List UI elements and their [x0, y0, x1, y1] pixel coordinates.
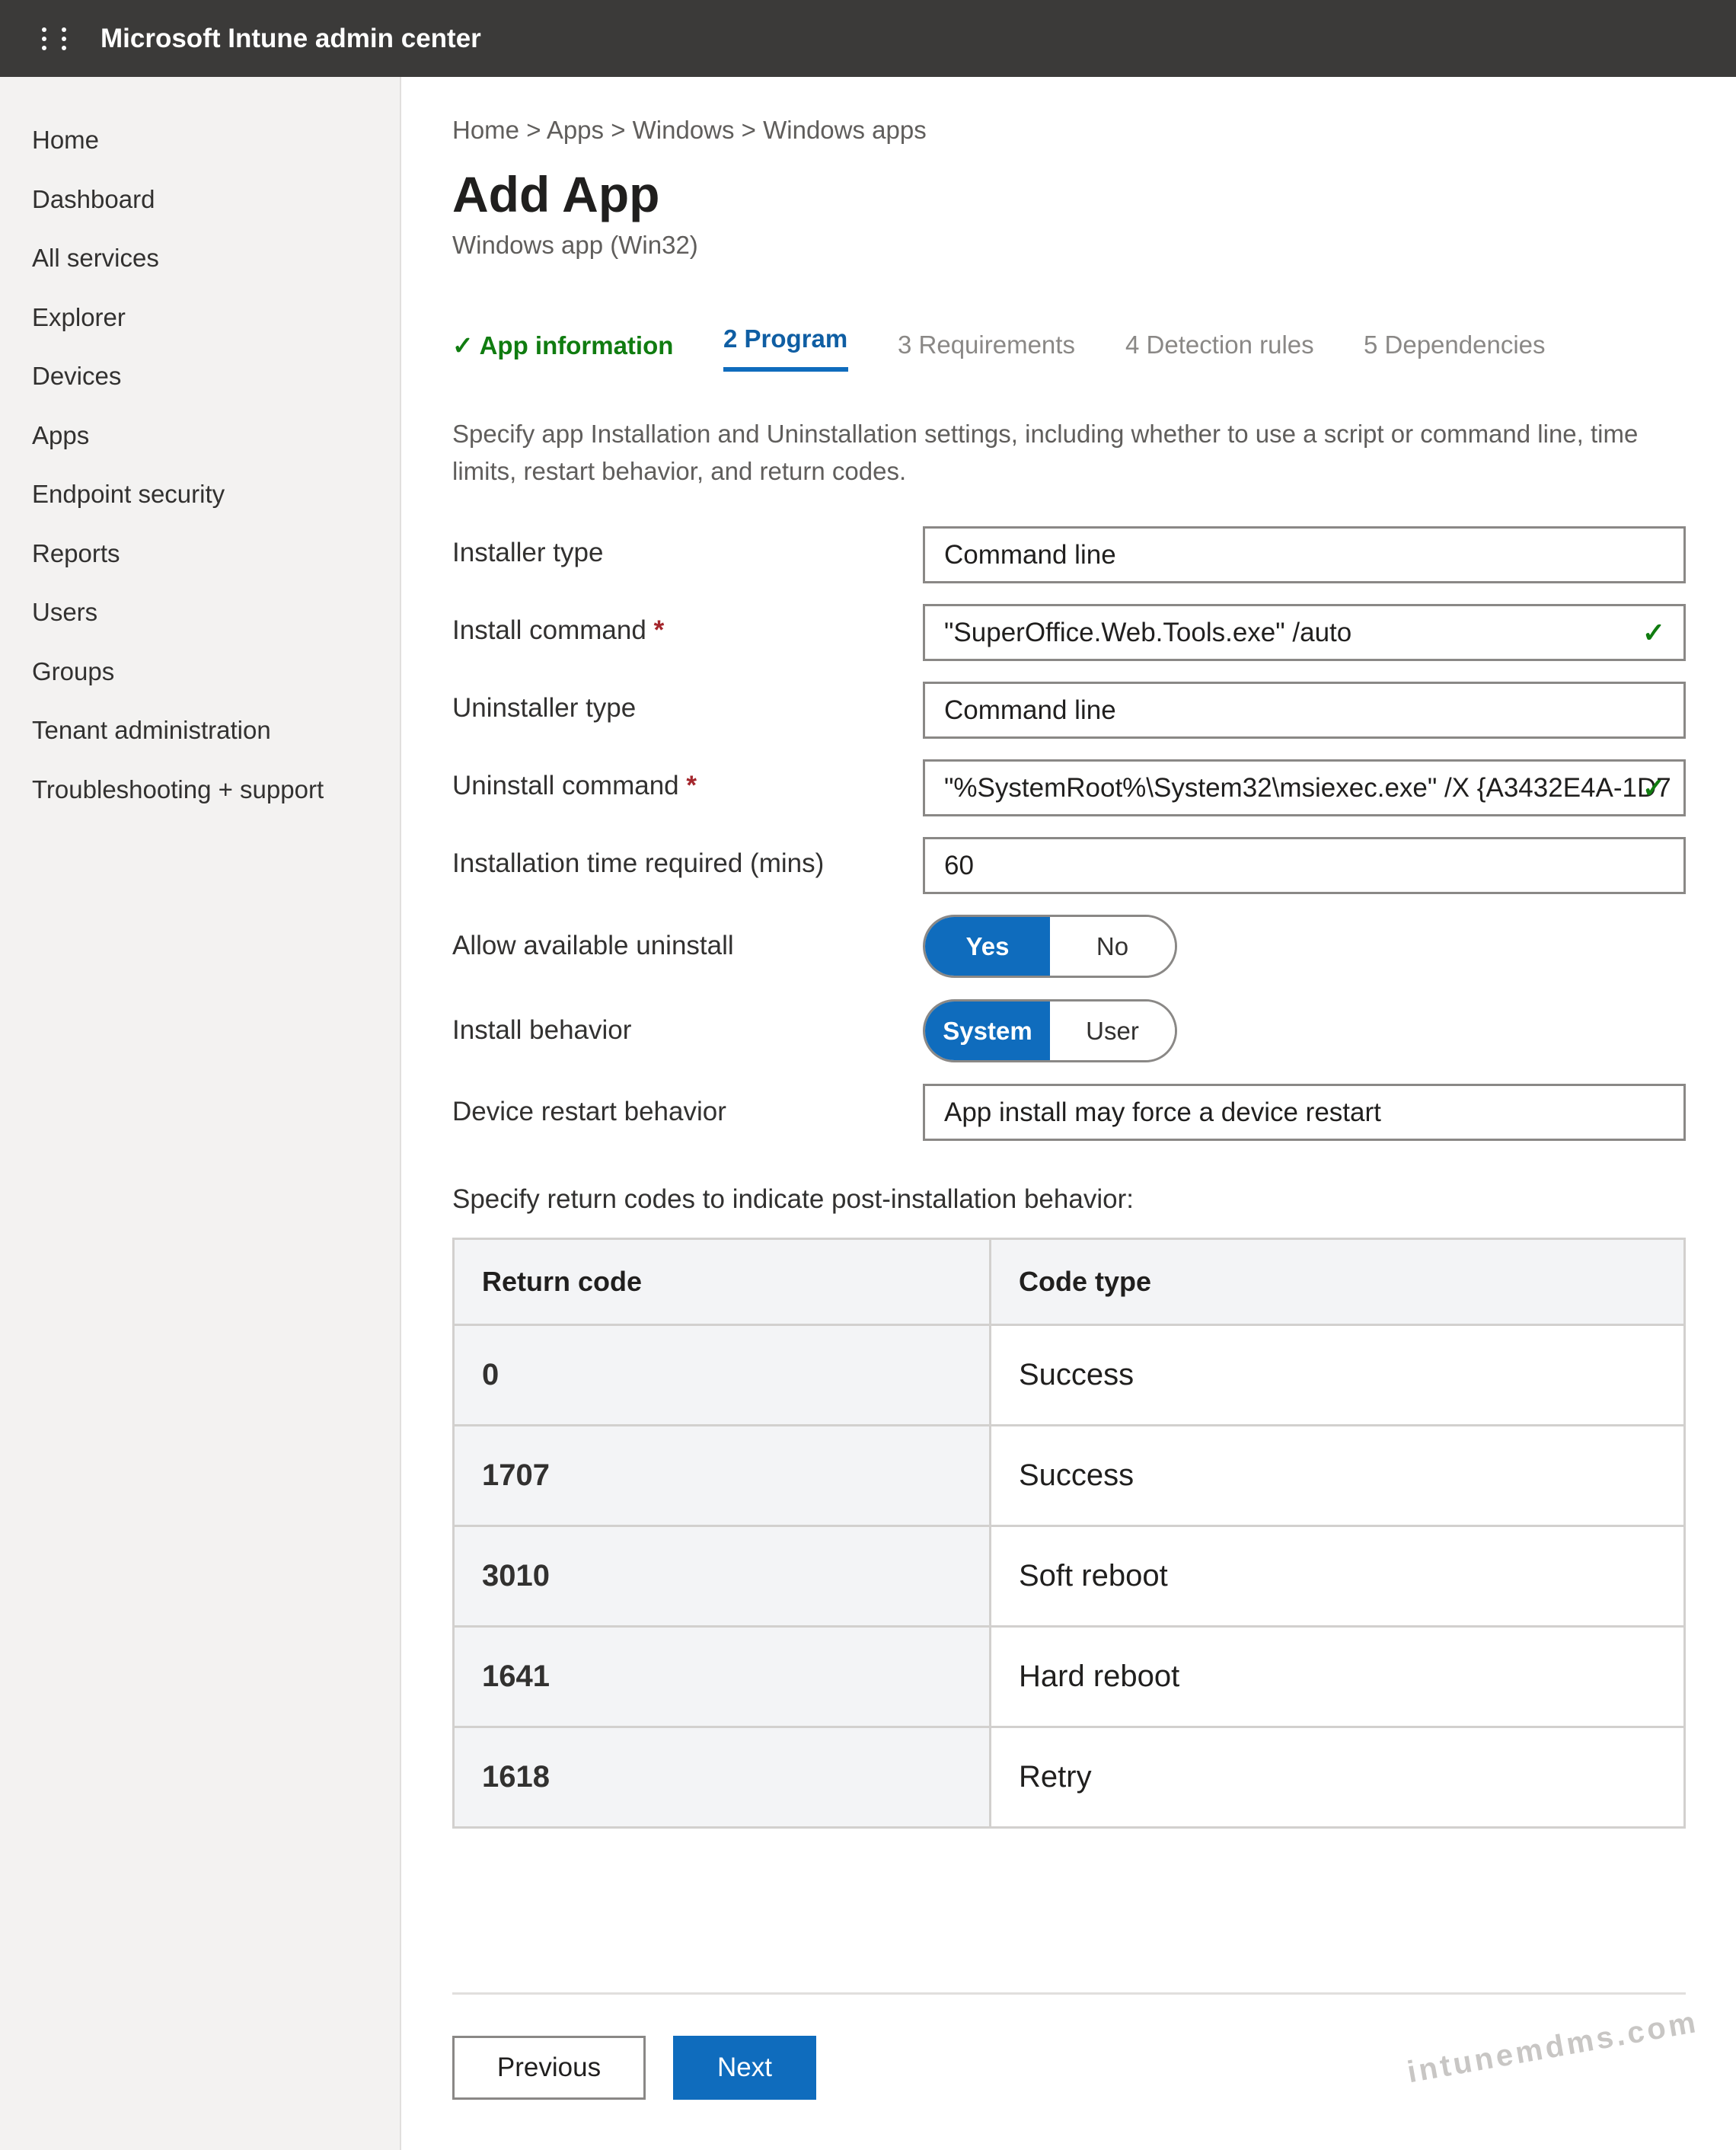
- code-type-cell[interactable]: Soft reboot: [989, 1525, 1686, 1628]
- table-row[interactable]: 1618 Retry: [452, 1726, 1686, 1829]
- next-button[interactable]: Next: [673, 2036, 816, 2100]
- allow-uninstall-no[interactable]: No: [1050, 917, 1175, 976]
- sidebar-item-devices[interactable]: Devices: [32, 362, 121, 391]
- app-title: Microsoft Intune admin center: [101, 24, 481, 53]
- return-code-header: Return code: [452, 1238, 991, 1326]
- sidebar-item-apps[interactable]: Apps: [32, 421, 89, 450]
- sidebar-item-home[interactable]: Home: [32, 126, 99, 155]
- previous-button[interactable]: Previous: [452, 2036, 646, 2100]
- return-code-cell: 0: [452, 1324, 991, 1426]
- tab-dependencies[interactable]: 5 Dependencies: [1364, 331, 1546, 359]
- install-command-label: Install command *: [452, 615, 664, 646]
- sidebar: Home Dashboard All services Explorer Dev…: [0, 77, 401, 2150]
- install-behavior-toggle: System User: [923, 999, 1177, 1062]
- active-tab-indicator: [723, 367, 848, 372]
- required-marker: *: [686, 771, 697, 800]
- return-code-cell: 1707: [452, 1424, 991, 1527]
- installation-time-input[interactable]: 60: [923, 837, 1686, 894]
- breadcrumb[interactable]: Home > Apps > Windows > Windows apps: [452, 116, 927, 145]
- restart-behavior-value: App install may force a device restart: [944, 1097, 1381, 1127]
- sidebar-item-all-services[interactable]: All services: [32, 244, 159, 273]
- installation-time-label: Installation time required (mins): [452, 848, 825, 878]
- sidebar-item-dashboard[interactable]: Dashboard: [32, 185, 155, 214]
- sidebar-item-tenant-administration[interactable]: Tenant administration: [32, 716, 271, 745]
- install-behavior-system[interactable]: System: [925, 1002, 1050, 1060]
- install-command-input[interactable]: "SuperOffice.Web.Tools.exe" /auto ✓: [923, 604, 1686, 661]
- install-behavior-label: Install behavior: [452, 1015, 632, 1045]
- return-code-cell: 3010: [452, 1525, 991, 1628]
- restart-behavior-select[interactable]: App install may force a device restart: [923, 1084, 1686, 1141]
- uninstall-command-label-text: Uninstall command: [452, 771, 679, 800]
- top-bar: Microsoft Intune admin center: [0, 0, 1736, 77]
- code-type-cell[interactable]: Retry: [989, 1726, 1686, 1829]
- installer-type-select[interactable]: Command line: [923, 526, 1686, 583]
- app-launcher-icon[interactable]: [40, 26, 70, 52]
- sidebar-item-endpoint-security[interactable]: Endpoint security: [32, 480, 225, 509]
- tab-app-information[interactable]: ✓ App information: [452, 331, 673, 360]
- program-description: Specify app Installation and Uninstallat…: [452, 420, 1639, 485]
- allow-uninstall-label: Allow available uninstall: [452, 931, 734, 960]
- return-code-cell: 1641: [452, 1625, 991, 1728]
- install-command-value: "SuperOffice.Web.Tools.exe" /auto: [944, 618, 1352, 647]
- restart-behavior-label: Device restart behavior: [452, 1097, 726, 1126]
- install-behavior-user[interactable]: User: [1050, 1002, 1175, 1060]
- table-row[interactable]: 0 Success: [452, 1324, 1686, 1426]
- sidebar-item-explorer[interactable]: Explorer: [32, 303, 126, 332]
- table-row[interactable]: 1707 Success: [452, 1424, 1686, 1527]
- uninstall-command-value: "%SystemRoot%\System32\msiexec.exe" /X {…: [944, 773, 1671, 803]
- valid-check-icon: ✓: [1642, 617, 1665, 648]
- footer-divider: [452, 1992, 1686, 1995]
- allow-uninstall-yes[interactable]: Yes: [925, 917, 1050, 976]
- return-codes-table: Return code Code type 0 Success 1707 Suc…: [452, 1238, 1686, 1829]
- uninstaller-type-label: Uninstaller type: [452, 693, 637, 723]
- tab-program[interactable]: 2 Program: [723, 324, 847, 353]
- return-code-cell: 1618: [452, 1726, 991, 1829]
- code-type-cell[interactable]: Hard reboot: [989, 1625, 1686, 1728]
- uninstaller-type-value: Command line: [944, 695, 1116, 725]
- table-header-row: Return code Code type: [452, 1238, 1686, 1326]
- sidebar-item-users[interactable]: Users: [32, 598, 97, 627]
- table-row[interactable]: 3010 Soft reboot: [452, 1525, 1686, 1628]
- code-type-header: Code type: [989, 1238, 1686, 1326]
- tab-requirements[interactable]: 3 Requirements: [898, 331, 1075, 359]
- sidebar-item-groups[interactable]: Groups: [32, 657, 114, 686]
- installer-type-value: Command line: [944, 540, 1116, 570]
- installer-type-label: Installer type: [452, 538, 604, 567]
- page-title: Add App: [452, 166, 660, 222]
- sidebar-item-troubleshooting[interactable]: Troubleshooting + support: [32, 775, 324, 804]
- code-type-cell[interactable]: Success: [989, 1424, 1686, 1527]
- tab-detection-rules[interactable]: 4 Detection rules: [1125, 331, 1314, 359]
- uninstall-command-label: Uninstall command *: [452, 771, 697, 801]
- uninstaller-type-select[interactable]: Command line: [923, 682, 1686, 739]
- page-subtitle: Windows app (Win32): [452, 231, 698, 259]
- allow-uninstall-toggle: Yes No: [923, 915, 1177, 978]
- installation-time-value: 60: [944, 851, 974, 880]
- install-command-label-text: Install command: [452, 615, 646, 645]
- uninstall-command-input[interactable]: "%SystemRoot%\System32\msiexec.exe" /X {…: [923, 759, 1686, 816]
- table-row[interactable]: 1641 Hard reboot: [452, 1625, 1686, 1728]
- code-type-cell[interactable]: Success: [989, 1324, 1686, 1426]
- required-marker: *: [653, 615, 665, 645]
- valid-check-icon: ✓: [1642, 772, 1665, 803]
- return-codes-intro: Specify return codes to indicate post-in…: [452, 1184, 1134, 1214]
- sidebar-item-reports[interactable]: Reports: [32, 539, 120, 568]
- watermark: intunemdms.com: [1405, 2005, 1701, 2090]
